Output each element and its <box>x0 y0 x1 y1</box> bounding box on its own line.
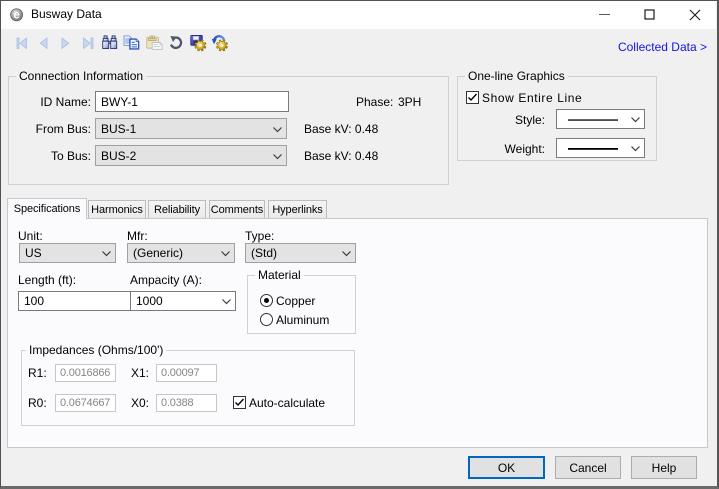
id-name-label: ID Name: <box>20 95 91 109</box>
phase-label: Phase: <box>356 95 393 109</box>
chevron-down-icon <box>221 249 230 258</box>
weight-select[interactable] <box>556 138 645 158</box>
chevron-down-icon <box>222 297 231 306</box>
show-entire-line-label: Show Entire Line <box>482 91 582 105</box>
solid-line-sample <box>568 119 618 121</box>
ok-button[interactable]: OK <box>468 456 545 479</box>
chevron-down-icon <box>273 152 282 161</box>
auto-calculate-label: Auto-calculate <box>249 396 325 410</box>
mfr-select[interactable]: (Generic) <box>127 243 235 263</box>
r1-label: R1: <box>28 366 47 380</box>
mfr-label: Mfr: <box>127 229 148 243</box>
collected-data-link[interactable]: Collected Data > <box>618 41 707 54</box>
maximize-button[interactable] <box>627 0 672 29</box>
mfr-value: (Generic) <box>133 244 183 262</box>
to-bus-select[interactable]: BUS-2 <box>95 145 287 166</box>
to-bus-label: To Bus: <box>20 149 91 163</box>
from-bus-select[interactable]: BUS-1 <box>95 118 287 139</box>
chevron-down-icon <box>342 249 351 258</box>
undo-icon[interactable] <box>170 35 186 51</box>
copy-icon[interactable] <box>123 35 139 51</box>
copper-label: Copper <box>276 294 315 308</box>
app-icon: e <box>10 8 24 22</box>
from-bus-label: From Bus: <box>20 122 91 136</box>
help-button[interactable]: Help <box>631 456 697 479</box>
aluminum-radio[interactable] <box>260 313 273 326</box>
r0-label: R0: <box>28 396 47 410</box>
tab-reliability[interactable]: Reliability <box>148 200 206 218</box>
show-entire-line-checkbox[interactable] <box>466 91 479 104</box>
oneline-graphics-label: One-line Graphics <box>465 70 568 83</box>
x1-input[interactable] <box>156 364 217 382</box>
from-base-kv: Base kV: 0.48 <box>304 122 378 136</box>
length-label: Length (ft): <box>18 273 76 287</box>
r1-input[interactable] <box>55 364 116 382</box>
aluminum-label: Aluminum <box>276 313 329 327</box>
svg-text:e: e <box>13 10 19 22</box>
type-label: Type: <box>245 229 274 243</box>
chevron-down-icon <box>631 115 640 124</box>
tab-specifications[interactable]: Specifications <box>7 198 87 219</box>
save-settings-icon[interactable] <box>190 35 206 51</box>
chevron-down-icon <box>273 125 282 134</box>
cancel-button[interactable]: Cancel <box>555 456 621 479</box>
unit-select[interactable]: US <box>19 243 116 263</box>
id-name-input[interactable] <box>95 91 289 112</box>
chevron-down-icon <box>631 144 640 153</box>
unit-value: US <box>25 244 42 262</box>
auto-calculate-checkbox[interactable] <box>233 396 246 409</box>
ampacity-combo[interactable]: 1000 <box>130 291 236 311</box>
unit-label: Unit: <box>18 229 43 243</box>
titlebar: e Busway Data <box>0 0 716 29</box>
weight-label: Weight: <box>495 142 545 156</box>
impedances-label: Impedances (Ohms/100') <box>26 344 166 357</box>
from-bus-value: BUS-1 <box>101 119 136 138</box>
last-record-icon[interactable] <box>80 35 96 51</box>
style-label: Style: <box>495 113 545 127</box>
busway-data-dialog: e Busway Data <box>0 0 719 489</box>
tab-comments[interactable]: Comments <box>209 200 265 218</box>
x1-label: X1: <box>131 366 149 380</box>
tab-strip: SpecificationsHarmonicsReliabilityCommen… <box>0 198 719 219</box>
r0-input[interactable] <box>55 394 116 412</box>
previous-record-icon[interactable] <box>36 35 52 51</box>
x0-label: X0: <box>131 396 149 410</box>
apply-settings-icon[interactable] <box>212 35 228 51</box>
type-value: (Std) <box>251 244 277 262</box>
solid-line-sample <box>568 148 618 150</box>
x0-input[interactable] <box>156 394 217 412</box>
minimize-button[interactable] <box>582 0 627 29</box>
ampacity-label: Ampacity (A): <box>130 273 202 287</box>
to-bus-value: BUS-2 <box>101 146 136 165</box>
material-label: Material <box>255 269 304 282</box>
paste-icon[interactable] <box>146 35 162 51</box>
impedances-group: Impedances (Ohms/100') <box>21 350 355 426</box>
window-title: Busway Data <box>31 0 102 29</box>
ampacity-value: 1000 <box>136 292 163 310</box>
style-select[interactable] <box>556 109 645 129</box>
chevron-down-icon <box>102 249 111 258</box>
connection-information-label: Connection Information <box>16 70 146 83</box>
tab-harmonics[interactable]: Harmonics <box>88 200 146 218</box>
toolbar: Collected Data > <box>0 29 716 58</box>
to-base-kv: Base kV: 0.48 <box>304 149 378 163</box>
type-select[interactable]: (Std) <box>245 243 356 263</box>
close-button[interactable] <box>672 0 717 29</box>
find-icon[interactable] <box>102 35 118 51</box>
phase-value: 3PH <box>398 95 421 109</box>
tab-hyperlinks[interactable]: Hyperlinks <box>268 200 327 218</box>
first-record-icon[interactable] <box>14 35 30 51</box>
next-record-icon[interactable] <box>57 35 73 51</box>
copper-radio[interactable] <box>260 294 273 307</box>
